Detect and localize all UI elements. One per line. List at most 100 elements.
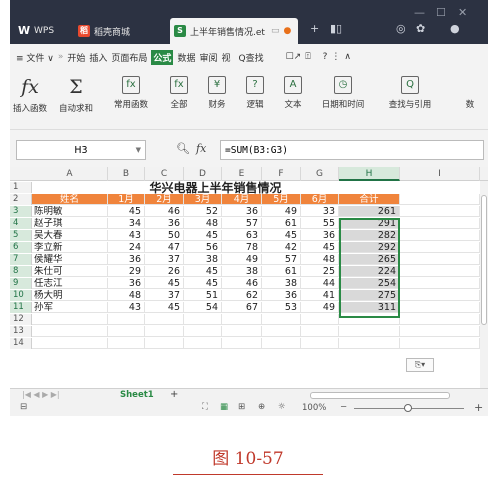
empty-cell[interactable] [108,326,145,337]
row-header-12[interactable]: 12 [10,314,32,325]
empty-cell[interactable] [145,338,184,349]
value-cell[interactable]: 54 [184,302,222,313]
value-cell[interactable]: 33 [301,206,339,217]
scrollbar-thumb[interactable] [481,195,487,325]
empty-cell[interactable] [301,338,339,349]
value-cell[interactable]: 48 [301,254,339,265]
empty-cell[interactable] [301,326,339,337]
zoom-slider-thumb[interactable] [404,404,412,412]
collapse-ribbon-icon[interactable]: ∧ [344,52,351,62]
skin-icon[interactable]: ◎ [396,22,406,35]
empty-cell[interactable] [145,326,184,337]
empty-cell[interactable] [400,326,480,337]
empty-cell[interactable] [262,338,301,349]
empty-cell[interactable] [339,314,400,325]
header-cell[interactable]: 3月 [184,194,222,205]
value-cell[interactable]: 36 [108,254,145,265]
value-cell[interactable]: 45 [184,230,222,241]
name-cell[interactable]: 朱仕可 [32,266,108,277]
name-cell[interactable]: 孙军 [32,302,108,313]
row-header-5[interactable]: 5 [10,230,32,241]
page-view-icon[interactable]: ▦ [220,402,228,412]
menu-view[interactable]: 视 [221,51,230,64]
value-cell[interactable]: 41 [301,290,339,301]
column-header-i[interactable]: I [400,167,480,181]
fx-icon[interactable]: fx [196,142,206,155]
tab-daoke-store[interactable]: 稻 稻壳商城 [74,18,156,44]
value-cell[interactable]: 62 [222,290,262,301]
empty-cell[interactable] [262,326,301,337]
value-cell[interactable]: 57 [222,218,262,229]
user-avatar-icon[interactable]: ● [450,22,460,35]
empty-cell[interactable] [400,266,480,277]
datetime-functions-button[interactable]: ◷ 日期和时间 [314,76,372,110]
more-icon[interactable]: ⋮ [331,52,340,62]
tab-menu-icon[interactable]: ▭ [271,26,280,36]
menu-home[interactable]: 开始 [67,51,85,64]
header-cell[interactable]: 1月 [108,194,145,205]
value-cell[interactable]: 36 [108,278,145,289]
worksheet-grid[interactable]: ABCDEFGHI 1 2 3 4 5 6 7 8 9 10 11 12 13 14 姓名 1月 2月 3月 4月… [10,167,488,388]
column-header-e[interactable]: E [222,167,262,181]
value-cell[interactable]: 38 [184,254,222,265]
name-cell[interactable]: 杨大明 [32,290,108,301]
value-cell[interactable]: 63 [222,230,262,241]
insert-function-button[interactable]: fx 插入函数 [12,76,48,114]
value-cell[interactable]: 49 [301,302,339,313]
value-cell[interactable]: 38 [262,278,301,289]
total-cell[interactable]: 282 [339,230,400,241]
value-cell[interactable]: 48 [108,290,145,301]
empty-cell[interactable] [400,230,480,241]
row-header-10[interactable]: 10 [10,290,32,301]
column-header-b[interactable]: B [108,167,145,181]
text-functions-button[interactable]: A 文本 [276,76,310,110]
total-cell[interactable]: 254 [339,278,400,289]
empty-cell[interactable] [184,314,222,325]
name-cell[interactable]: 李立新 [32,242,108,253]
empty-cell[interactable] [400,278,480,289]
empty-cell[interactable] [108,338,145,349]
row-header-3[interactable]: 3 [10,206,32,217]
tab-active-document[interactable]: S 上半年销售情况.et ▭ ● [170,18,298,44]
empty-cell[interactable] [108,314,145,325]
value-cell[interactable]: 51 [184,290,222,301]
menu-insert[interactable]: 插入 [89,51,107,64]
value-cell[interactable]: 78 [222,242,262,253]
value-cell[interactable]: 45 [108,206,145,217]
row-header-1[interactable]: 1 [10,182,32,193]
normal-view-icon[interactable]: ⛶ [202,402,208,412]
value-cell[interactable]: 47 [145,242,184,253]
value-cell[interactable]: 44 [301,278,339,289]
menu-formula[interactable]: 公式 [151,49,174,65]
empty-cell[interactable] [222,338,262,349]
formula-input[interactable]: =SUM(B3:G3) [220,140,484,160]
name-cell[interactable]: 任志江 [32,278,108,289]
header-cell[interactable]: 5月 [262,194,301,205]
header-cell[interactable]: 2月 [145,194,184,205]
empty-cell[interactable] [400,338,480,349]
value-cell[interactable]: 52 [184,206,222,217]
empty-cell[interactable] [400,218,480,229]
empty-cell[interactable] [301,314,339,325]
value-cell[interactable]: 61 [262,218,301,229]
value-cell[interactable]: 45 [184,278,222,289]
value-cell[interactable]: 55 [301,218,339,229]
header-cell[interactable]: 合计 [339,194,400,205]
empty-cell[interactable] [400,254,480,265]
empty-cell[interactable] [400,242,480,253]
name-cell[interactable]: 侯耀华 [32,254,108,265]
value-cell[interactable]: 34 [108,218,145,229]
value-cell[interactable]: 46 [222,278,262,289]
column-header-c[interactable]: C [145,167,184,181]
value-cell[interactable]: 42 [262,242,301,253]
row-header-13[interactable]: 13 [10,326,32,337]
menu-more-chevron[interactable]: » [58,52,64,62]
share-icon[interactable]: ☐↗ [286,52,302,62]
zoom-slider[interactable] [354,404,464,412]
minimize-button[interactable]: — [414,6,425,19]
total-cell[interactable]: 224 [339,266,400,277]
help-icon[interactable]: ? [323,52,328,62]
row-header-9[interactable]: 9 [10,278,32,289]
header-cell[interactable]: 姓名 [32,194,108,205]
row-header-4[interactable]: 4 [10,218,32,229]
